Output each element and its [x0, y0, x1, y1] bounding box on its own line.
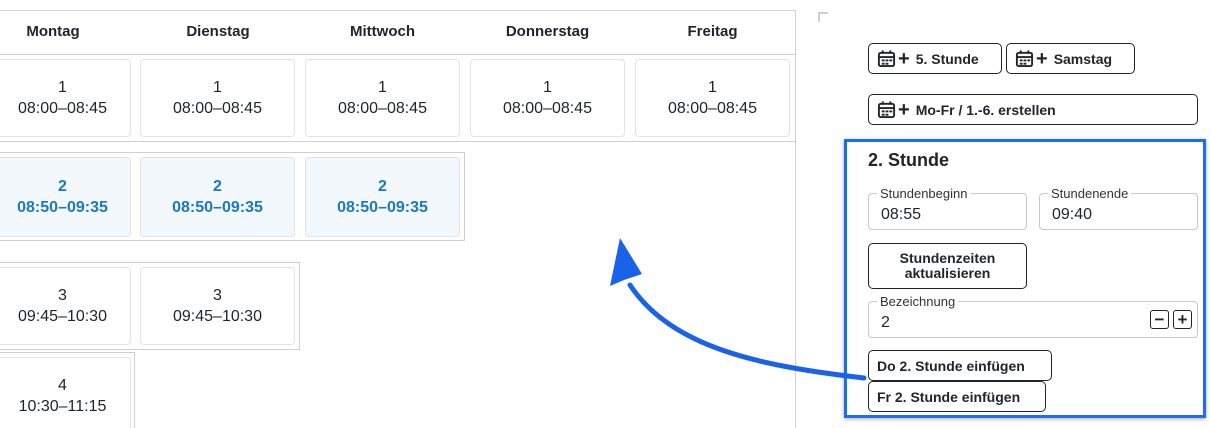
lesson-number: 2: [58, 178, 67, 195]
lesson-cell-mo-4[interactable]: 4 10:30–11:15: [0, 357, 131, 428]
lesson-time: 09:45–10:30: [18, 308, 107, 325]
end-time-field[interactable]: Stundenende 09:40: [1039, 186, 1198, 230]
lesson-cell-mo-2[interactable]: 2 08:50–09:35: [0, 157, 131, 237]
lesson-time: 08:00–08:45: [503, 100, 592, 117]
day-header-freitag: Freitag: [687, 23, 738, 40]
insert-friday-lesson-label: Fr 2. Stunde einfügen: [877, 388, 1021, 405]
start-time-field[interactable]: Stundenbeginn 08:55: [868, 186, 1027, 230]
lesson-number: 4: [58, 377, 67, 394]
lesson-cell-di-1[interactable]: 1 08:00–08:45: [140, 59, 295, 137]
insert-thursday-lesson-label: Do 2. Stunde einfügen: [877, 357, 1025, 374]
lesson-cell-mo-3[interactable]: 3 09:45–10:30: [0, 267, 131, 345]
lesson-cell-fr-1[interactable]: 1 08:00–08:45: [635, 59, 790, 137]
lesson-time: 08:50–09:35: [17, 199, 108, 216]
day-header-donnerstag: Donnerstag: [505, 23, 590, 40]
lesson-time: 08:00–08:45: [338, 100, 427, 117]
editor-title: 2. Stunde: [868, 150, 950, 170]
resize-handle-icon[interactable]: [818, 12, 828, 22]
day-header-mittwoch: Mittwoch: [350, 23, 415, 40]
lesson-number: 1: [213, 79, 222, 96]
plus-icon: +: [1036, 47, 1048, 70]
lesson-number: 3: [58, 287, 67, 304]
lesson-number: 1: [543, 79, 552, 96]
add-saturday-label: Samstag: [1053, 50, 1113, 67]
lesson-time: 08:00–08:45: [18, 100, 107, 117]
lesson-number: 1: [378, 79, 387, 96]
lesson-number: 1: [58, 79, 67, 96]
name-label: Bezeichnung: [877, 294, 959, 309]
update-times-label: Stundenzeiten aktualisieren: [899, 250, 996, 281]
plus-icon: +: [898, 98, 910, 121]
start-time-value: 08:55: [881, 206, 922, 223]
lesson-number: 2: [213, 178, 222, 195]
lesson-time: 08:00–08:45: [668, 100, 757, 117]
lesson-number: 3: [213, 287, 222, 304]
timetable-grid: Montag Dienstag Mittwoch Donnerstag Frei…: [0, 0, 796, 428]
lesson-cell-mo-1[interactable]: 1 08:00–08:45: [0, 59, 131, 137]
lesson-cell-do-1[interactable]: 1 08:00–08:45: [470, 59, 625, 137]
plus-icon: +: [898, 47, 910, 70]
start-time-label: Stundenbeginn: [877, 186, 971, 201]
lesson-time: 10:30–11:15: [18, 398, 107, 415]
add-5th-lesson-button[interactable]: + 5. Stunde: [868, 43, 1002, 74]
lesson-cell-di-2[interactable]: 2 08:50–09:35: [140, 157, 295, 237]
end-time-label: Stundenende: [1048, 186, 1132, 201]
day-header-montag: Montag: [26, 23, 80, 40]
end-time-value: 09:40: [1052, 206, 1093, 223]
add-saturday-button[interactable]: + Samstag: [1006, 43, 1135, 74]
lesson-time: 08:50–09:35: [337, 199, 428, 216]
decrement-button[interactable]: −: [1150, 310, 1169, 329]
calendar-plus-icon: [877, 50, 896, 68]
day-header-dienstag: Dienstag: [186, 23, 250, 40]
lesson-time: 09:45–10:30: [173, 308, 262, 325]
lesson-cell-mi-2[interactable]: 2 08:50–09:35: [305, 157, 460, 237]
name-value: 2: [881, 314, 890, 331]
create-week-label: Mo-Fr / 1.-6. erstellen: [915, 101, 1056, 118]
lesson-time: 08:50–09:35: [172, 199, 263, 216]
add-5th-lesson-label: 5. Stunde: [915, 50, 979, 67]
create-week-button[interactable]: + Mo-Fr / 1.-6. erstellen: [868, 94, 1198, 125]
insert-thursday-lesson-button[interactable]: Do 2. Stunde einfügen: [868, 350, 1052, 381]
insert-friday-lesson-button[interactable]: Fr 2. Stunde einfügen: [868, 381, 1046, 412]
lesson-number: 1: [708, 79, 717, 96]
lesson-number: 2: [378, 178, 387, 195]
calendar-plus-icon: [1015, 50, 1034, 68]
calendar-plus-icon: [877, 101, 896, 119]
name-field[interactable]: Bezeichnung 2 − +: [868, 294, 1198, 338]
lesson-time: 08:00–08:45: [173, 100, 262, 117]
lesson-cell-di-3[interactable]: 3 09:45–10:30: [140, 267, 295, 345]
lesson-cell-mi-1[interactable]: 1 08:00–08:45: [305, 59, 460, 137]
update-times-button[interactable]: Stundenzeiten aktualisieren: [868, 243, 1027, 289]
increment-button[interactable]: +: [1173, 310, 1192, 329]
